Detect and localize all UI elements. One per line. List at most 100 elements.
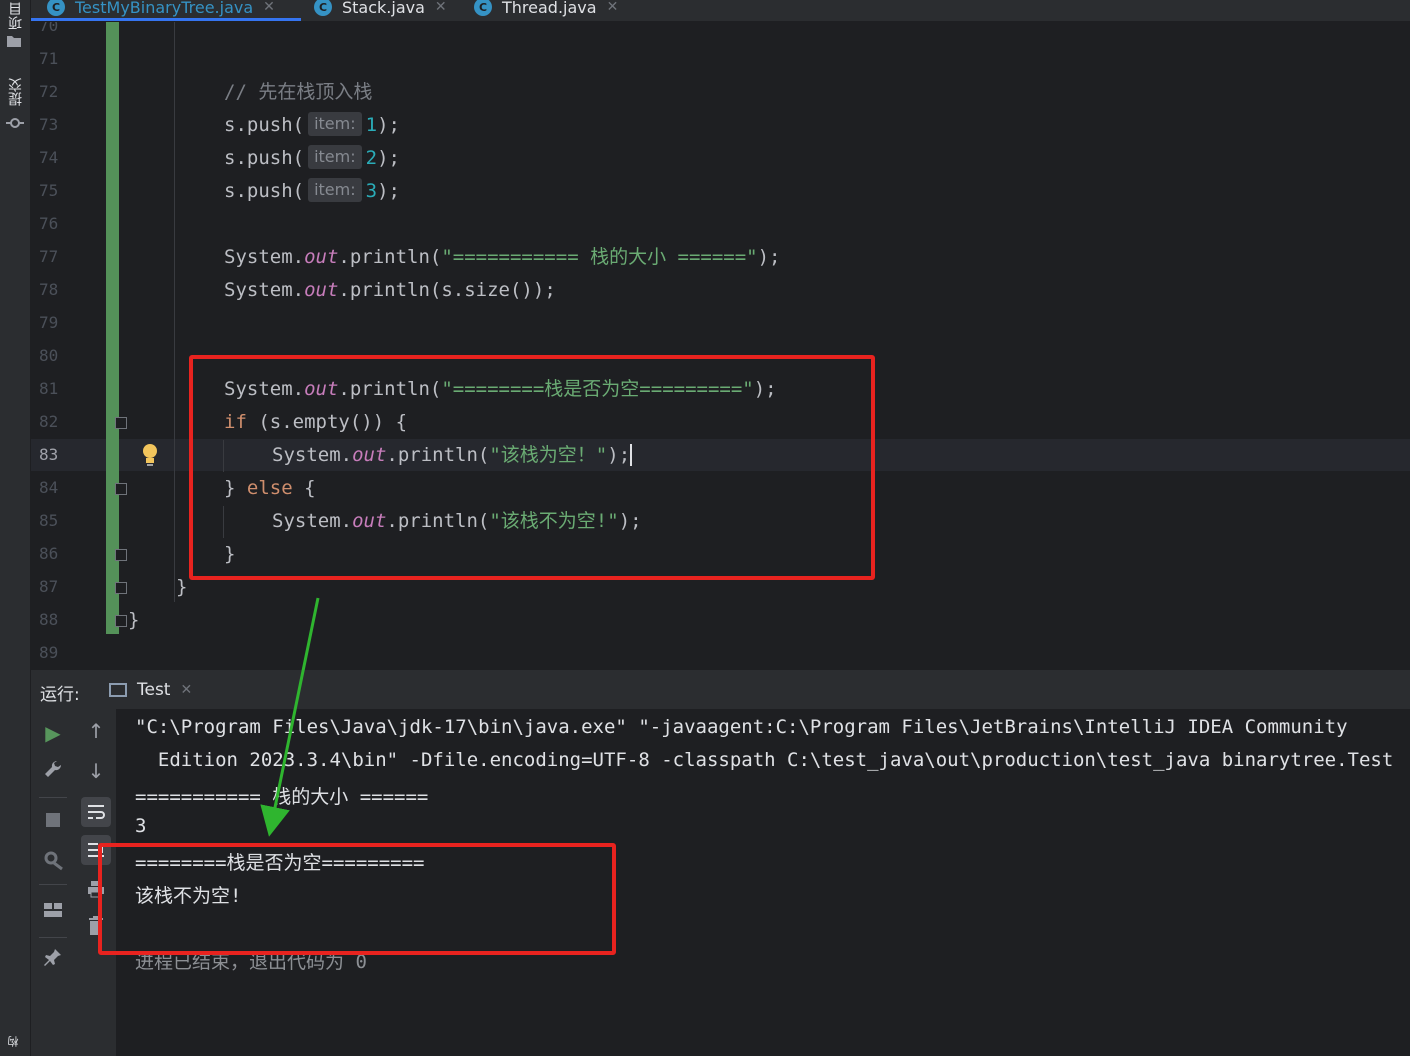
close-icon[interactable]: ✕ (180, 682, 192, 698)
fold-marker-icon[interactable] (115, 417, 127, 429)
line-number: 84 (39, 478, 59, 497)
number-literal: 3 (365, 180, 378, 202)
code-token: ); (377, 180, 400, 202)
code-line-88: } (128, 609, 140, 631)
fold-marker-icon[interactable] (115, 483, 127, 495)
run-tab-test[interactable]: Test ✕ (109, 680, 192, 700)
toolbar-separator (39, 797, 67, 798)
code-line-74: s.push(item: 2); (224, 142, 400, 175)
run-panel-header: 运行: Test ✕ (31, 669, 1410, 709)
commit-icon[interactable] (6, 116, 24, 134)
code-token: .println( (338, 279, 442, 301)
run-label: 运行: (40, 685, 80, 705)
run-tab-label: Test (137, 680, 171, 700)
editor-gutter[interactable]: 70 71 72 73 74 75 76 77 78 79 80 81 82 8… (31, 22, 127, 669)
line-number: 81 (39, 379, 59, 398)
line-number: 89 (39, 643, 59, 662)
wrench-icon[interactable] (38, 759, 68, 784)
parameter-hint: item: (308, 112, 362, 136)
parameter-hint: item: (308, 178, 362, 202)
parameter-hint: item: (308, 145, 362, 169)
tab-stack[interactable]: C Stack.java ✕ (314, 0, 447, 20)
line-number: 86 (39, 544, 59, 563)
line-number: 87 (39, 577, 59, 596)
console-icon (109, 683, 127, 697)
console-line: =========== 栈的大小 ====== (135, 786, 429, 808)
commit-tool-label[interactable]: 提交 (6, 78, 26, 106)
line-number: 88 (39, 610, 59, 629)
console-line: Edition 2023.3.4\bin" -Dfile.encoding=UT… (135, 749, 1394, 771)
active-tab-indicator (31, 18, 301, 21)
code-line-87: } (176, 576, 188, 598)
number-literal: 1 (365, 114, 378, 136)
line-number: 80 (39, 346, 59, 365)
indent-guide (174, 22, 175, 602)
fold-marker-icon[interactable] (115, 582, 127, 594)
line-number: 76 (39, 214, 59, 233)
code-token: .println( (338, 246, 442, 268)
code-line-72: // 先在栈顶入栈 (224, 76, 372, 109)
toolbar-separator (39, 937, 67, 938)
line-number: 71 (39, 49, 59, 68)
left-tool-strip: 项目 提交 构 (0, 0, 31, 1056)
vcs-change-marker[interactable] (106, 22, 119, 634)
restore-layout-icon[interactable] (38, 849, 68, 876)
close-icon[interactable]: ✕ (607, 0, 619, 15)
comment: // 先在栈顶入栈 (224, 81, 373, 103)
run-toolbar-primary: ▶ (31, 709, 76, 1056)
project-tool-label[interactable]: 项目 (6, 2, 26, 30)
toolbar-separator (39, 884, 67, 885)
number-literal: 2 (365, 147, 378, 169)
tab-testmybinarytree[interactable]: C TestMyBinaryTree.java ✕ (47, 0, 275, 20)
rerun-icon[interactable]: ▶ (38, 721, 68, 745)
line-number: 82 (39, 412, 59, 431)
tab-label: Stack.java (342, 0, 425, 17)
code-token: s.push( (224, 147, 305, 169)
close-icon[interactable]: ✕ (435, 0, 447, 15)
arrow-down-icon[interactable]: ↓ (81, 759, 111, 783)
console-line: 3 (135, 815, 147, 837)
code-line-73: s.push(item: 1); (224, 109, 400, 142)
soft-wrap-icon[interactable] (81, 797, 111, 827)
java-class-icon: C (314, 0, 332, 16)
tab-label: Thread.java (502, 0, 597, 17)
folder-icon[interactable] (6, 34, 22, 52)
line-number: 74 (39, 148, 59, 167)
annotation-output-box (98, 843, 616, 955)
static-field: out (304, 246, 339, 268)
code-line-77: System.out.println("=========== 栈的大小 ===… (224, 241, 780, 274)
code-token: s.push( (224, 114, 305, 136)
lightbulb-icon[interactable] (141, 442, 159, 468)
tab-label: TestMyBinaryTree.java (75, 0, 254, 17)
line-number: 85 (39, 511, 59, 530)
line-number: 72 (39, 82, 59, 101)
stop-icon[interactable] (38, 809, 68, 833)
code-line-75: s.push(item: 3); (224, 175, 400, 208)
tab-thread[interactable]: C Thread.java ✕ (474, 0, 618, 20)
code-token: ); (757, 246, 781, 268)
java-class-icon: C (47, 0, 65, 16)
line-number: 79 (39, 313, 59, 332)
java-class-icon: C (474, 0, 492, 16)
console-line: "C:\Program Files\Java\jdk-17\bin\java.e… (135, 716, 1348, 738)
fold-marker-icon[interactable] (115, 549, 127, 561)
line-number-current: 83 (39, 445, 59, 464)
static-field: out (304, 279, 339, 301)
arrow-up-icon[interactable]: ↑ (81, 719, 111, 743)
string-literal: "=========== 栈的大小 ======" (441, 246, 758, 268)
annotation-code-box (189, 355, 875, 580)
layout-icon[interactable] (38, 899, 68, 923)
line-number: 73 (39, 115, 59, 134)
line-number: 70 (39, 22, 59, 35)
line-number: 75 (39, 181, 59, 200)
pin-icon[interactable] (38, 947, 68, 972)
code-line-78: System.out.println(s.size()); (224, 274, 556, 307)
code-token: s.push( (224, 180, 305, 202)
close-icon[interactable]: ✕ (263, 0, 275, 15)
line-number: 77 (39, 247, 59, 266)
fold-marker-icon[interactable] (115, 615, 127, 627)
line-number: 78 (39, 280, 59, 299)
code-token: System. (224, 279, 305, 301)
code-token: System. (224, 246, 305, 268)
structure-tool-label[interactable]: 构 (6, 1036, 26, 1047)
